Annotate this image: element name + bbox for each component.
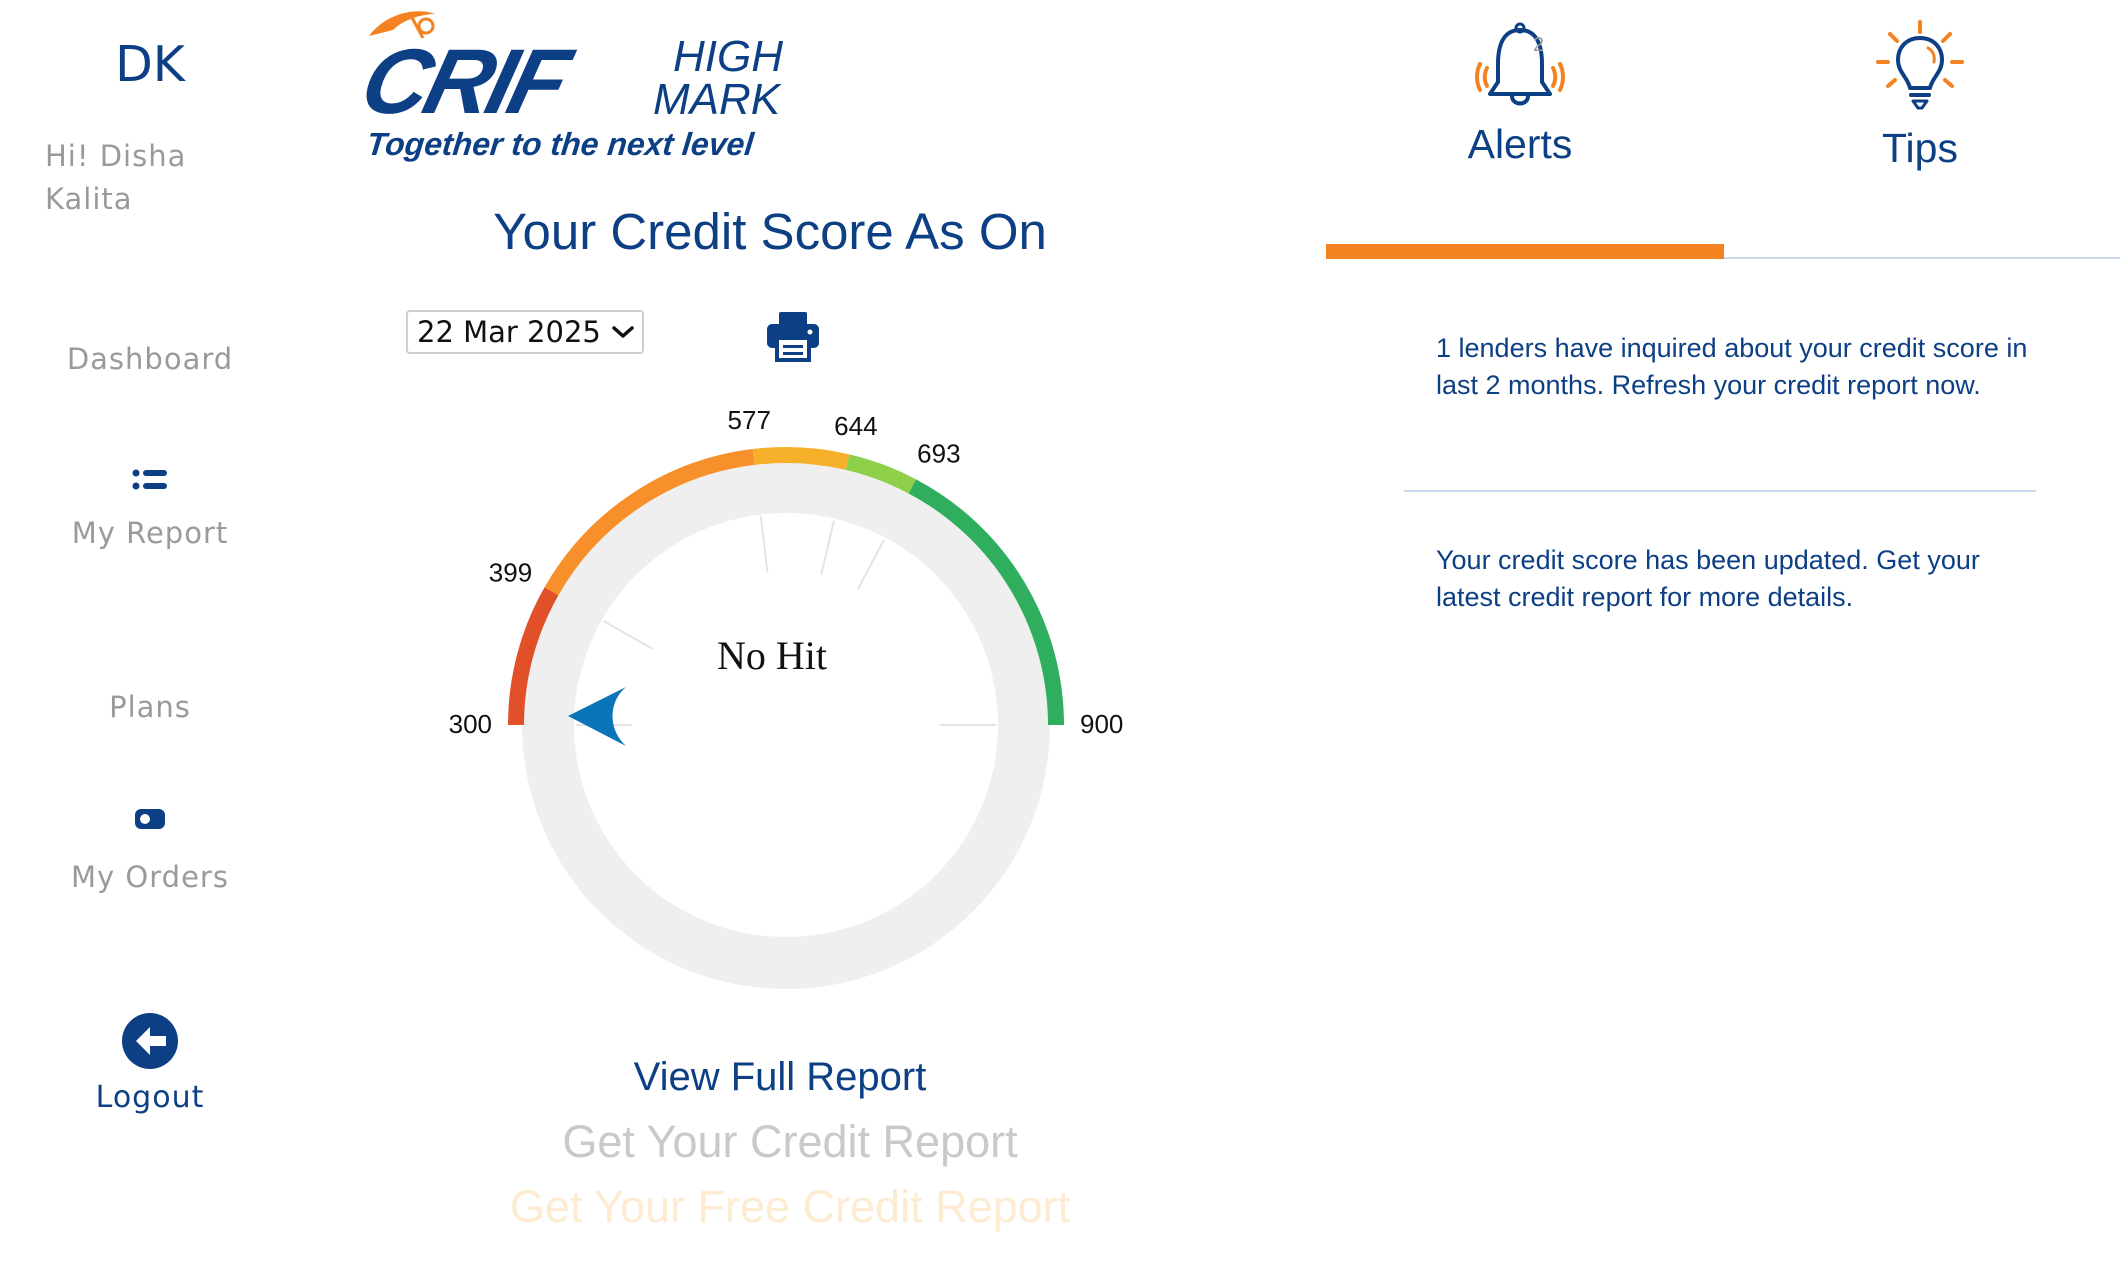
gauge-tick-label: 399 (489, 557, 532, 587)
score-pointer (568, 687, 626, 746)
alert-divider (1404, 490, 2036, 492)
sidebar-item-my-report[interactable]: My Report (0, 516, 300, 550)
logout-icon[interactable] (0, 1013, 300, 1069)
print-icon[interactable] (765, 310, 821, 362)
alert-item: Your credit score has been updated. Get … (1436, 545, 1980, 612)
date-select[interactable]: 22 Mar 2025 (406, 310, 644, 354)
logo-brand-bottom: MARK (653, 75, 782, 124)
alerts-badge-count: 2 (1533, 34, 1544, 56)
score-status-text: No Hit (717, 633, 827, 678)
tab-alerts-label: Alerts (1467, 121, 1573, 167)
gauge-tick-label: 693 (917, 439, 960, 469)
gauge-band (752, 447, 850, 470)
logo-brand-top: HIGH (673, 32, 783, 81)
credit-score-title: Your Credit Score As On (493, 203, 1047, 260)
alert-item: 1 lenders have inquired about your credi… (1436, 333, 2028, 400)
date-select-value: 22 Mar 2025 (417, 315, 601, 349)
sidebar-item-dashboard[interactable]: Dashboard (0, 342, 300, 376)
logout-button[interactable]: Logout (0, 1080, 300, 1115)
tab-underline (1724, 257, 2120, 259)
get-credit-report-link[interactable]: Get Your Credit Report (480, 1116, 1100, 1168)
tab-active-indicator (1326, 244, 1724, 259)
gauge-tick (759, 516, 769, 573)
user-initials: DK (115, 36, 185, 93)
gauge-tick-label: 300 (449, 709, 492, 739)
chevron-down-icon (612, 326, 634, 338)
view-full-report-link[interactable]: View Full Report (480, 1055, 1080, 1100)
bell-icon: 2 (1475, 22, 1565, 106)
gauge-tick-label: 577 (728, 405, 771, 435)
crif-highmark-logo: CRIF HIGH MARK Together to the next leve… (352, 8, 823, 178)
tab-tips-label: Tips (1882, 125, 1958, 171)
orders-icon[interactable] (0, 808, 300, 830)
gauge-tick (603, 620, 653, 650)
user-greeting: Hi! Disha Kalita (45, 139, 187, 216)
gauge-tick (820, 520, 835, 576)
sidebar-item-my-orders[interactable]: My Orders (0, 860, 300, 894)
get-free-credit-report-link[interactable]: Get Your Free Credit Report (480, 1181, 1100, 1233)
logo-tagline: Together to the next level (365, 126, 756, 162)
gauge-tick-label: 900 (1080, 709, 1123, 739)
gauge-tick (857, 538, 886, 590)
lightbulb-icon (1876, 20, 1964, 110)
sidebar: DK Hi! Disha Kalita Dashboard My Report … (0, 0, 300, 1272)
credit-score-gauge: 300 399 577 644 693 900 No Hit (430, 400, 1170, 1020)
logo-brand-main: CRIF (363, 29, 583, 128)
tab-alerts[interactable]: 2 Alerts (1420, 20, 1620, 168)
gauge-tick-label: 644 (834, 411, 877, 441)
list-icon[interactable] (0, 469, 300, 491)
tab-tips[interactable]: Tips (1820, 20, 2020, 172)
sidebar-item-plans[interactable]: Plans (0, 690, 300, 724)
